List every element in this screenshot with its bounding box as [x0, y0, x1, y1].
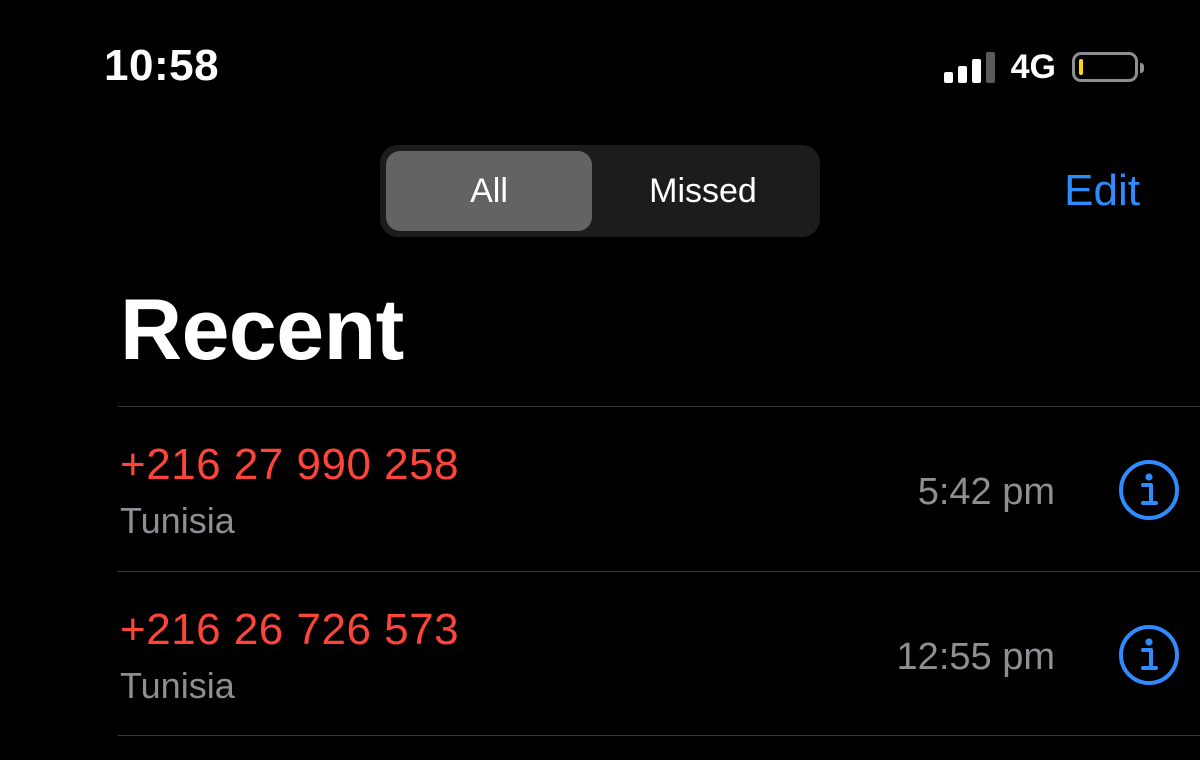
call-filter-segmented-control: All Missed [380, 145, 820, 237]
call-number: +216 26 726 573 [120, 605, 460, 654]
status-indicators: 4G [943, 44, 1144, 90]
call-time: 5:42 pm [917, 471, 1055, 513]
edit-button[interactable]: Edit [1064, 164, 1140, 218]
call-number: +216 27 990 258 [120, 440, 460, 489]
battery-icon [1072, 52, 1144, 82]
battery-level [1079, 59, 1083, 75]
tab-missed[interactable]: Missed [592, 151, 814, 231]
status-time: 10:58 [104, 41, 220, 90]
info-icon[interactable] [1118, 624, 1180, 686]
call-location: Tunisia [120, 500, 235, 541]
cellular-signal-icon [943, 51, 995, 83]
tab-all[interactable]: All [386, 151, 592, 231]
call-row[interactable]: +216 26 726 573 Tunisia 12:55 pm [118, 571, 1200, 736]
info-icon[interactable] [1118, 459, 1180, 521]
call-time: 12:55 pm [896, 636, 1055, 678]
call-location: Tunisia [120, 665, 235, 706]
call-row[interactable]: +216 27 990 258 Tunisia 5:42 pm [118, 406, 1200, 571]
recent-calls-list: +216 27 990 258 Tunisia 5:42 pm +216 26 … [0, 406, 1200, 736]
page-title: Recent [120, 282, 404, 378]
network-type: 4G [1010, 48, 1056, 86]
